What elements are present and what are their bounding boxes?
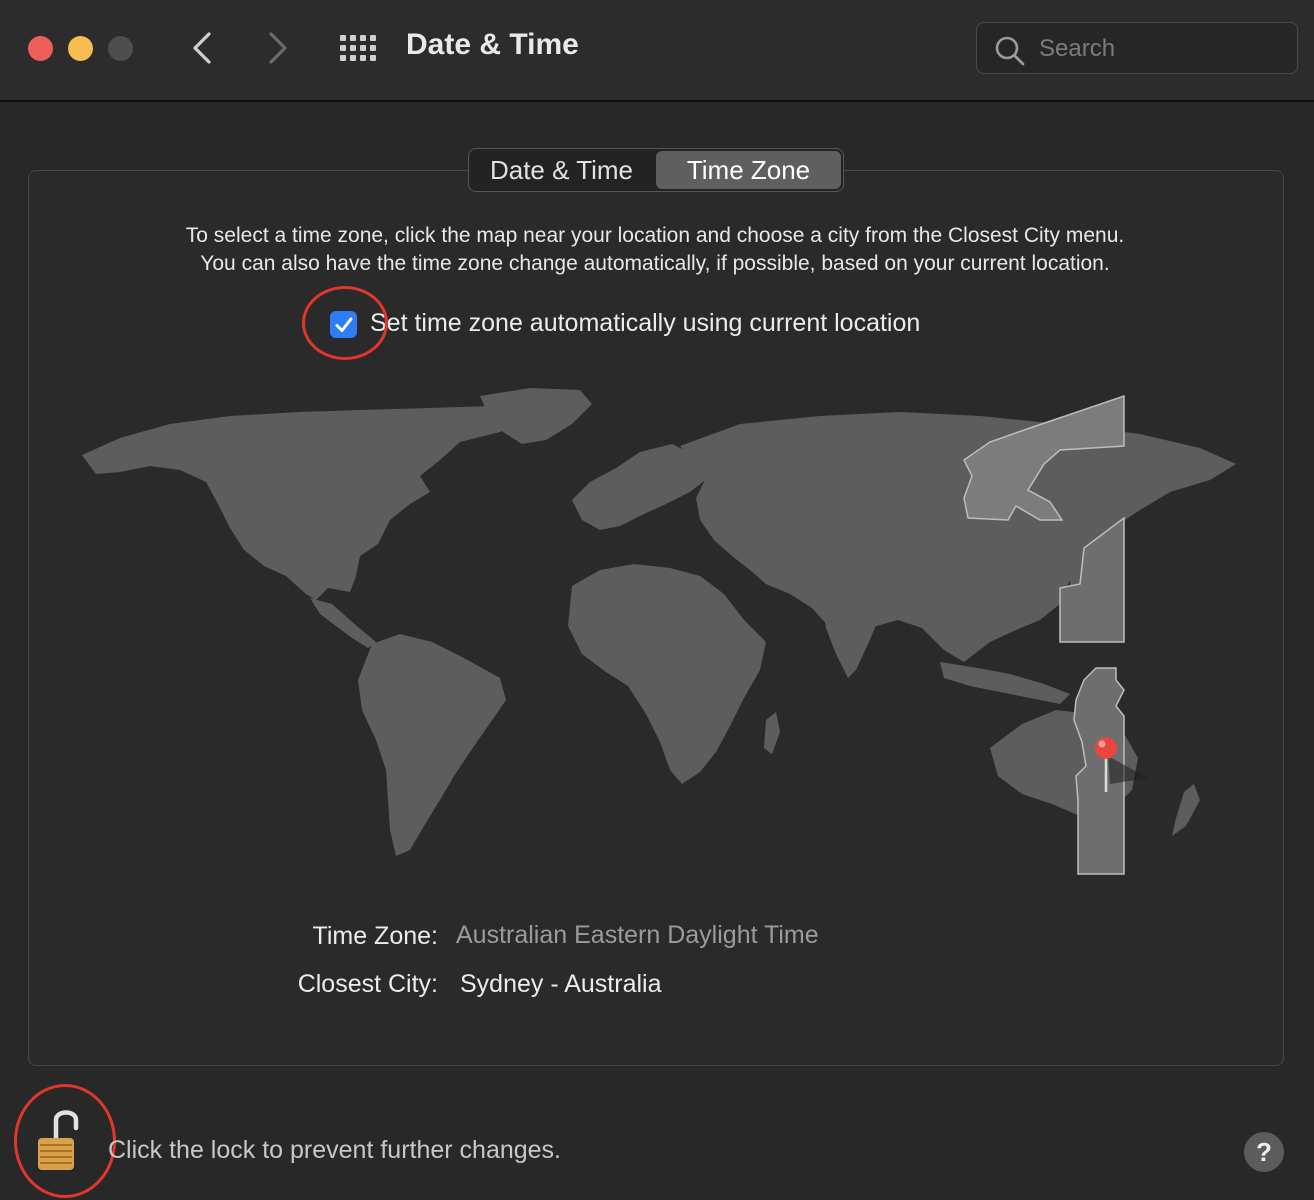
window-title: Date & Time — [406, 28, 579, 61]
zoom-window-button[interactable] — [108, 36, 133, 61]
tab-date-time[interactable]: Date & Time — [469, 149, 654, 191]
southeast-asia-islands — [940, 662, 1070, 704]
closest-city-label: Closest City: — [297, 970, 438, 998]
unlocked-lock-icon — [38, 1110, 79, 1170]
auto-timezone-checkbox[interactable] — [330, 311, 357, 338]
instructions-line-1: To select a time zone, click the map nea… — [185, 224, 1125, 247]
europe — [572, 444, 708, 530]
back-button[interactable] — [178, 24, 228, 72]
checkmark-icon — [335, 317, 352, 332]
tab-time-zone[interactable]: Time Zone — [656, 151, 841, 189]
instructions-text: To select a time zone, click the map nea… — [70, 222, 1240, 278]
tab-bar: Date & Time Time Zone — [468, 148, 844, 192]
chevron-left-icon — [193, 32, 211, 64]
madagascar — [764, 712, 780, 754]
south-america — [358, 634, 506, 856]
title-bar: Date & Time — [0, 0, 1314, 102]
forward-button[interactable] — [252, 24, 302, 72]
close-window-button[interactable] — [28, 36, 53, 61]
search-icon — [995, 36, 1025, 66]
help-button[interactable]: ? — [1244, 1132, 1284, 1172]
show-all-button[interactable] — [336, 30, 382, 66]
asia — [680, 412, 1236, 662]
africa — [568, 564, 766, 784]
north-america — [82, 406, 530, 600]
india — [822, 596, 880, 678]
grid-icon — [340, 35, 376, 61]
chevron-right-icon — [269, 32, 287, 64]
auto-timezone-label[interactable]: Set time zone automatically using curren… — [370, 309, 920, 338]
central-america — [310, 598, 376, 648]
search-field[interactable] — [976, 22, 1298, 74]
greenland — [480, 388, 592, 444]
instructions-line-2: You can also have the time zone change a… — [200, 252, 1110, 275]
closest-city-popup[interactable]: Sydney - Australia — [460, 970, 662, 999]
lock-message: Click the lock to prevent further change… — [108, 1136, 562, 1164]
time-zone-label: Time Zone: — [312, 922, 438, 950]
world-map[interactable] — [60, 380, 1250, 880]
minimize-window-button[interactable] — [68, 36, 93, 61]
lock-button[interactable] — [32, 1106, 84, 1177]
new-zealand — [1172, 784, 1200, 836]
search-input[interactable] — [1037, 33, 1281, 65]
time-zone-value: Australian Eastern Daylight Time — [456, 921, 819, 949]
